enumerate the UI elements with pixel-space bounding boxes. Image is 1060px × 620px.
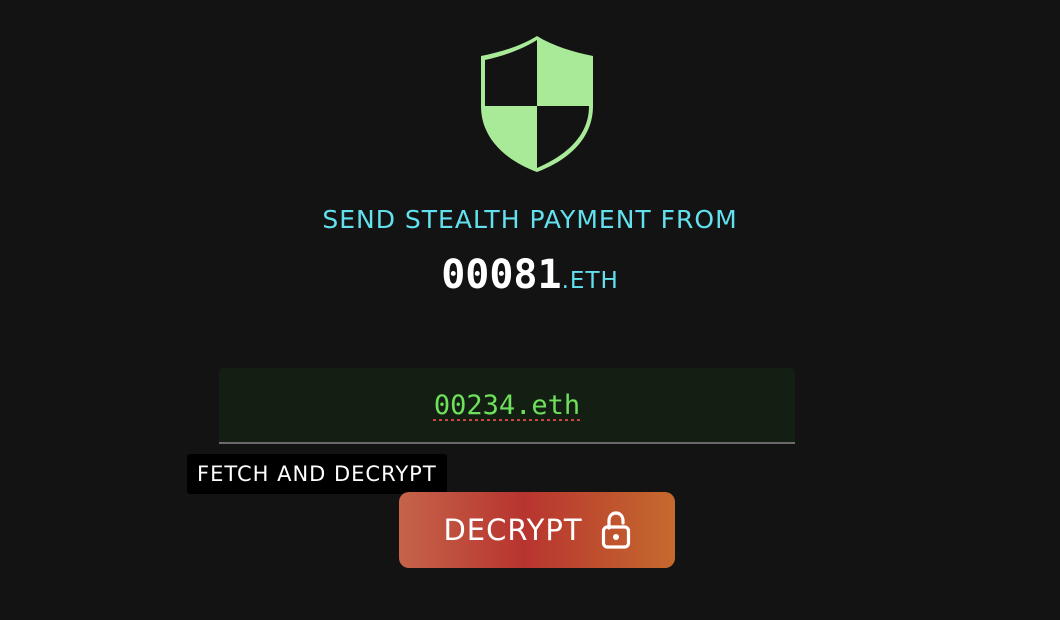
page-title: SEND STEALTH PAYMENT FROM — [322, 205, 738, 234]
recipient-input-container — [219, 368, 795, 444]
shield-icon — [481, 36, 593, 172]
unlock-icon — [601, 511, 630, 549]
decrypt-tooltip: FETCH AND DECRYPT — [187, 454, 447, 494]
sender-ens-name: 00081 — [441, 252, 562, 298]
recipient-input[interactable] — [219, 368, 795, 442]
decrypt-button[interactable]: DECRYPT — [399, 492, 675, 568]
decrypt-button-label: DECRYPT — [443, 513, 583, 547]
sender-ens-tld: .ETH — [561, 268, 619, 294]
sender-ens: 00081.ETH — [0, 252, 1060, 298]
stealth-payment-screen: SEND STEALTH PAYMENT FROM 00081.ETH FETC… — [0, 0, 1060, 620]
